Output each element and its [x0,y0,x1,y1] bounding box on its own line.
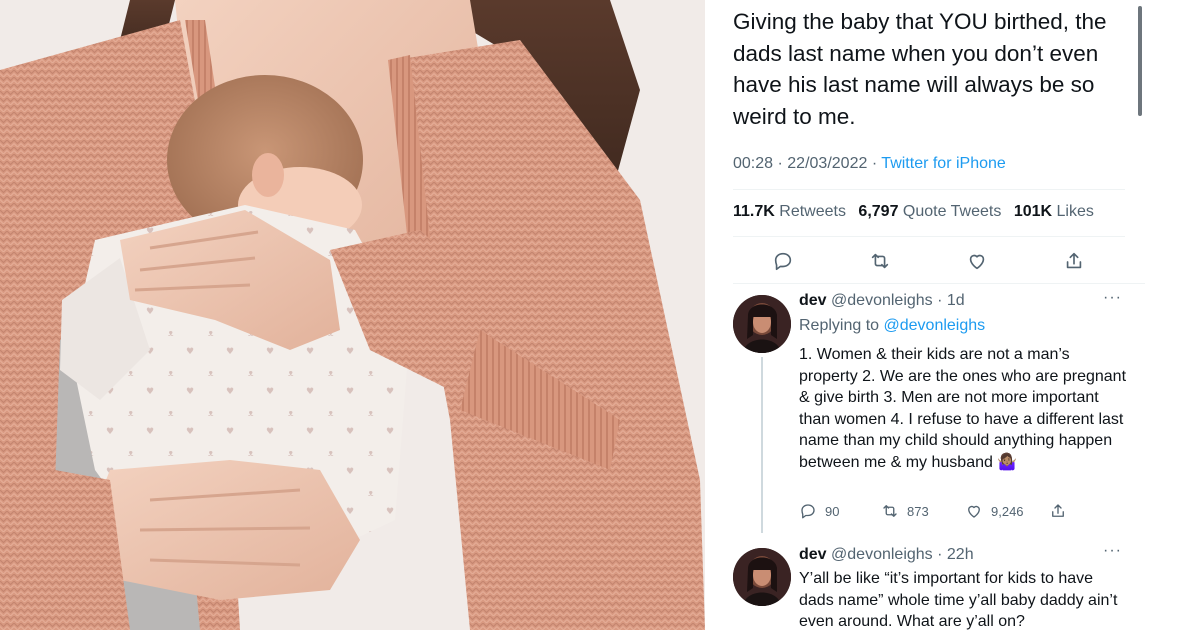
retweet-count: 873 [907,503,929,519]
retweets-count: 11.7K [733,203,775,220]
like-button[interactable] [963,247,991,275]
share-button[interactable] [1060,247,1088,275]
reply-button[interactable]: 90 [799,502,839,520]
reply-icon [801,504,815,519]
reply-icon [774,252,792,271]
retweets-label: Retweets [779,203,846,220]
divider [733,236,1125,237]
retweets-stat[interactable]: 11.7K Retweets [733,203,846,220]
like-icon [969,254,985,270]
replying-to: Replying to @devonleighs [799,317,985,335]
author-name[interactable]: dev [799,292,827,309]
retweet-icon [871,253,889,269]
likes-label: Likes [1056,203,1094,220]
reply-age: 22h [946,546,974,563]
reply-tweet[interactable]: dev @devonleighs · 22h ··· Y’all be like… [733,542,1128,631]
reply-tweet[interactable]: dev @devonleighs · 1d ··· Replying to @d… [733,289,1128,535]
share-button[interactable] [1049,502,1067,520]
tweet-date: 22/03/2022 [787,155,868,172]
replying-handle[interactable]: @devonleighs [884,317,986,334]
quotes-label: Quote Tweets [902,203,1002,220]
like-button[interactable]: 9,246 [965,502,1024,520]
like-count: 9,246 [991,503,1024,519]
tweet-meta: 00:28 · 22/03/2022 · Twitter for iPhone [733,155,1006,173]
reply-count: 90 [825,503,840,519]
replying-label: Replying to [799,317,880,334]
retweet-icon [883,505,897,517]
more-options-button[interactable]: ··· [1103,542,1122,560]
share-icon [1052,504,1064,517]
reply-text: Y’all be like “it’s important for kids t… [799,570,1118,631]
mother-holding-baby-photo: ᴥ ♥ [0,0,705,630]
more-options-button[interactable]: ··· [1103,289,1122,307]
tweet-source-link[interactable]: Twitter for iPhone [881,155,1006,172]
reply-header: dev @devonleighs · 22h [799,546,974,564]
header-separator: · [937,546,943,563]
tweet-text: Giving the baby that YOU birthed, the da… [733,9,1107,129]
tweet-time: 00:28 [733,155,774,172]
divider [733,189,1125,190]
likes-count: 101K [1013,203,1053,220]
tweet-actions [733,247,1128,275]
divider [733,283,1145,284]
scrollbar[interactable] [1138,6,1142,116]
reply-actions: 90 873 9,246 [799,502,1099,524]
header-separator: · [937,292,943,309]
reply-button[interactable] [769,247,797,275]
meta-separator: · [871,155,878,172]
reply-text: 1. Women & their kids are not a man’s pr… [799,346,1127,471]
share-icon [1066,252,1082,269]
likes-stat[interactable]: 101K Likes [1014,203,1094,220]
author-handle[interactable]: @devonleighs [831,546,933,563]
thread-line [761,357,763,533]
retweet-button[interactable] [866,247,894,275]
avatar[interactable] [733,548,791,606]
retweet-button[interactable]: 873 [881,502,929,520]
avatar[interactable] [733,295,791,353]
like-icon [968,505,980,518]
tweet-stats: 11.7K Retweets 6,797 Quote Tweets 101K L… [733,203,1094,221]
author-name[interactable]: dev [799,546,827,563]
quotes-stat[interactable]: 6,797 Quote Tweets [858,203,1001,220]
meta-separator: · [777,155,783,172]
reply-header: dev @devonleighs · 1d [799,292,965,310]
author-handle[interactable]: @devonleighs [831,292,933,309]
quotes-count: 6,797 [858,203,899,220]
reply-age: 1d [946,292,965,309]
